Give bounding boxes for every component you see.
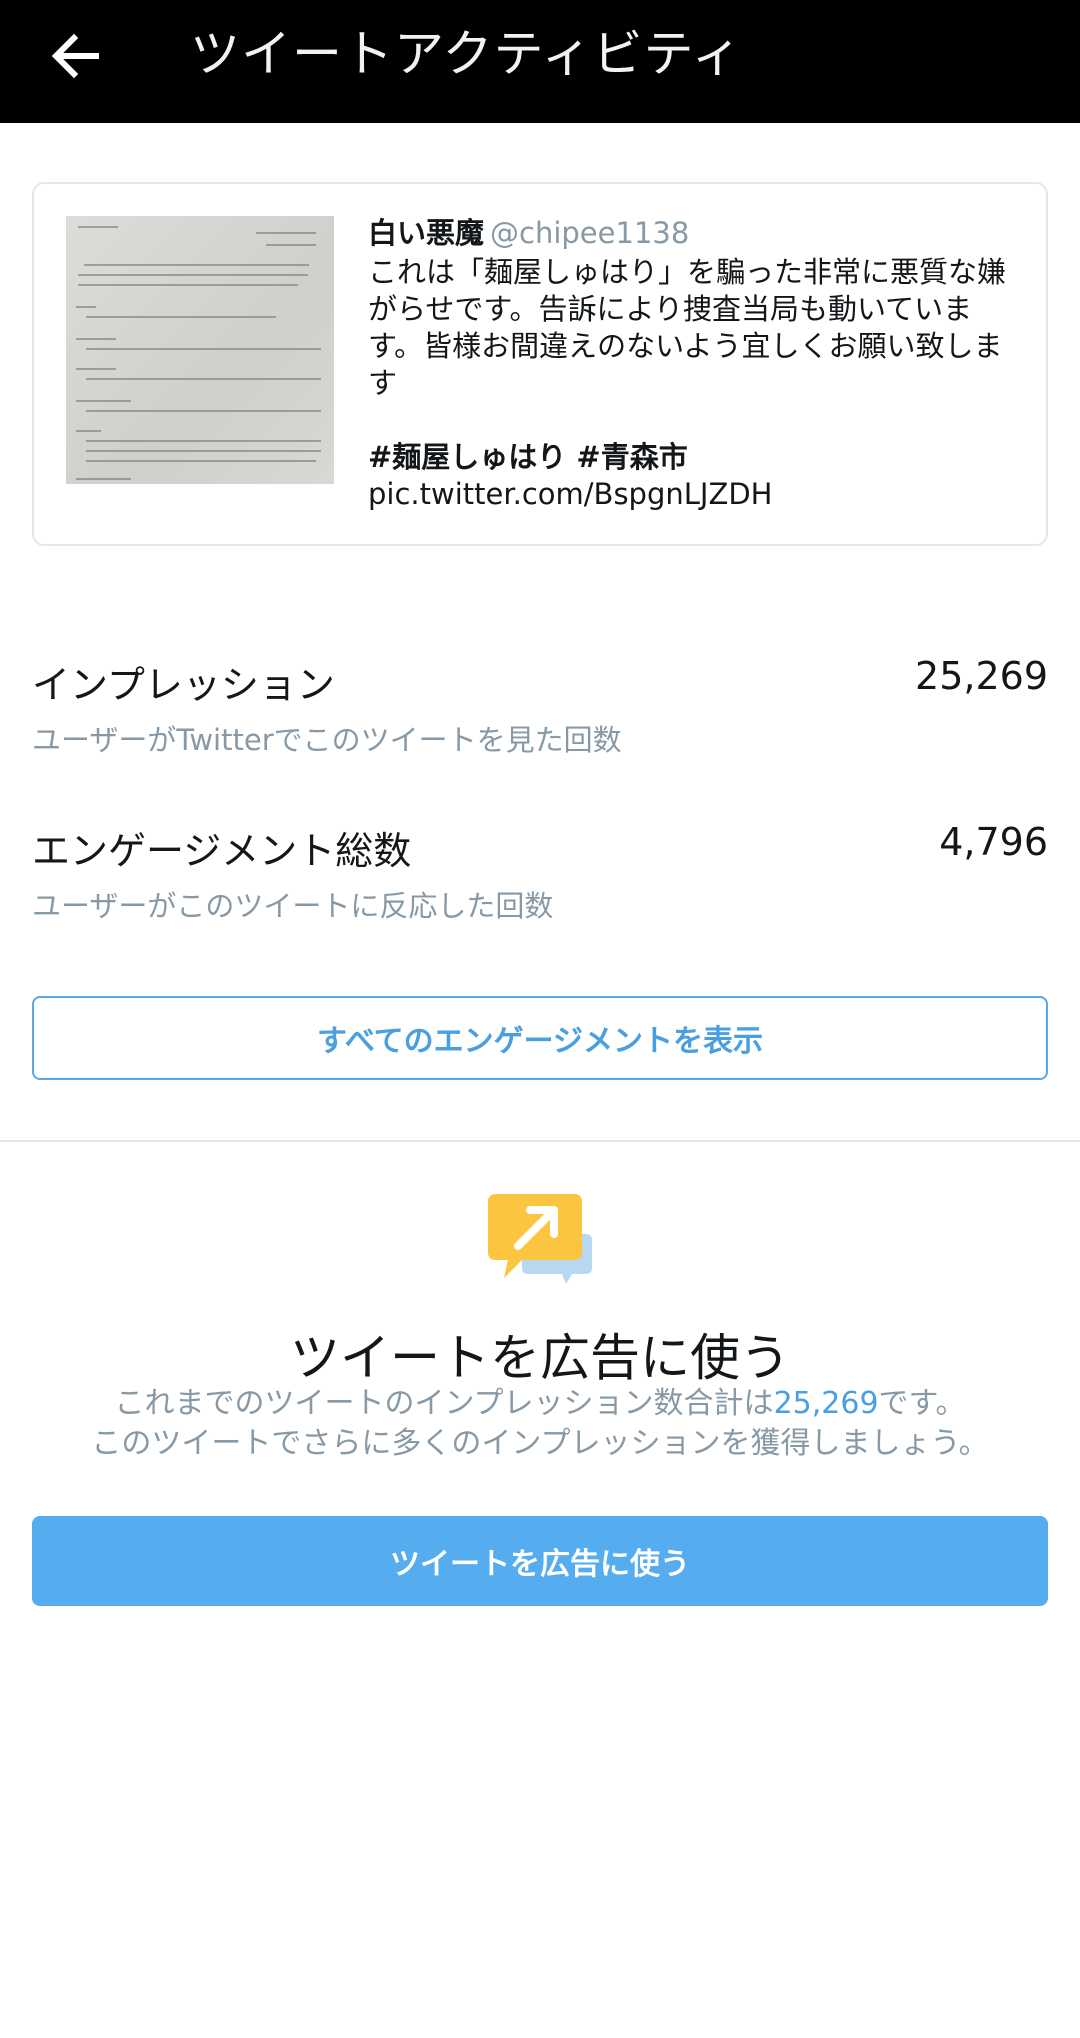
metric-value: 25,269 — [915, 654, 1048, 698]
promote-tweet-icon — [488, 1192, 594, 1288]
metric-value: 4,796 — [939, 820, 1048, 864]
metric-impressions: インプレッション ユーザーがTwitterでこのツイートを見た回数 25,269 — [32, 654, 1048, 759]
author-handle[interactable]: @chipee1138 — [490, 216, 689, 250]
tweet-body: 白い悪魔 @chipee1138 これは「麺屋しゅはり」を騙った非常に悪質な嫌がら… — [368, 214, 1018, 513]
promote-description: これまでのツイートのインプレッション数合計は25,269です。 このツイートでさ… — [0, 1384, 1080, 1464]
metric-description: ユーザーがこのツイートに反応した回数 — [32, 889, 554, 923]
tweet-image-thumbnail[interactable] — [66, 216, 334, 484]
metric-engagements: エンゲージメント総数 ユーザーがこのツイートに反応した回数 4,796 — [32, 820, 1048, 925]
metric-label: エンゲージメント総数 — [32, 829, 412, 873]
back-arrow-icon[interactable] — [44, 24, 108, 88]
metric-description: ユーザーがTwitterでこのツイートを見た回数 — [32, 723, 622, 757]
tweet-link[interactable]: pic.twitter.com/BspgnLJZDH — [368, 476, 1018, 513]
section-divider — [0, 1140, 1080, 1142]
promote-tweet-button[interactable]: ツイートを広告に使う — [32, 1516, 1048, 1606]
tweet-hashtags[interactable]: #麺屋しゅはり #青森市 — [368, 439, 1018, 476]
promote-title: ツイートを広告に使う — [290, 1329, 790, 1387]
promote-desc-suffix: です。 — [878, 1386, 966, 1421]
promote-desc-prefix: これまでのツイートのインプレッション数合計は — [114, 1386, 774, 1421]
tweet-text: これは「麺屋しゅはり」を騙った非常に悪質な嫌がらせです。告訴により捜査当局も動い… — [368, 255, 1007, 400]
app-bar: ツイートアクティビティ — [0, 0, 1080, 123]
metric-label: インプレッション — [32, 663, 335, 707]
promote-impressions-total: 25,269 — [773, 1386, 879, 1421]
tweet-card[interactable]: 白い悪魔 @chipee1138 これは「麺屋しゅはり」を騙った非常に悪質な嫌がら… — [32, 182, 1048, 546]
view-all-engagements-button[interactable]: すべてのエンゲージメントを表示 — [32, 996, 1048, 1080]
author-name[interactable]: 白い悪魔 — [368, 216, 484, 250]
promote-desc-line2: このツイートでさらに多くのインプレッションを獲得しましょう。 — [91, 1426, 989, 1461]
tweet-author: 白い悪魔 @chipee1138 — [368, 214, 1018, 252]
page-title: ツイートアクティビティ — [190, 25, 743, 83]
